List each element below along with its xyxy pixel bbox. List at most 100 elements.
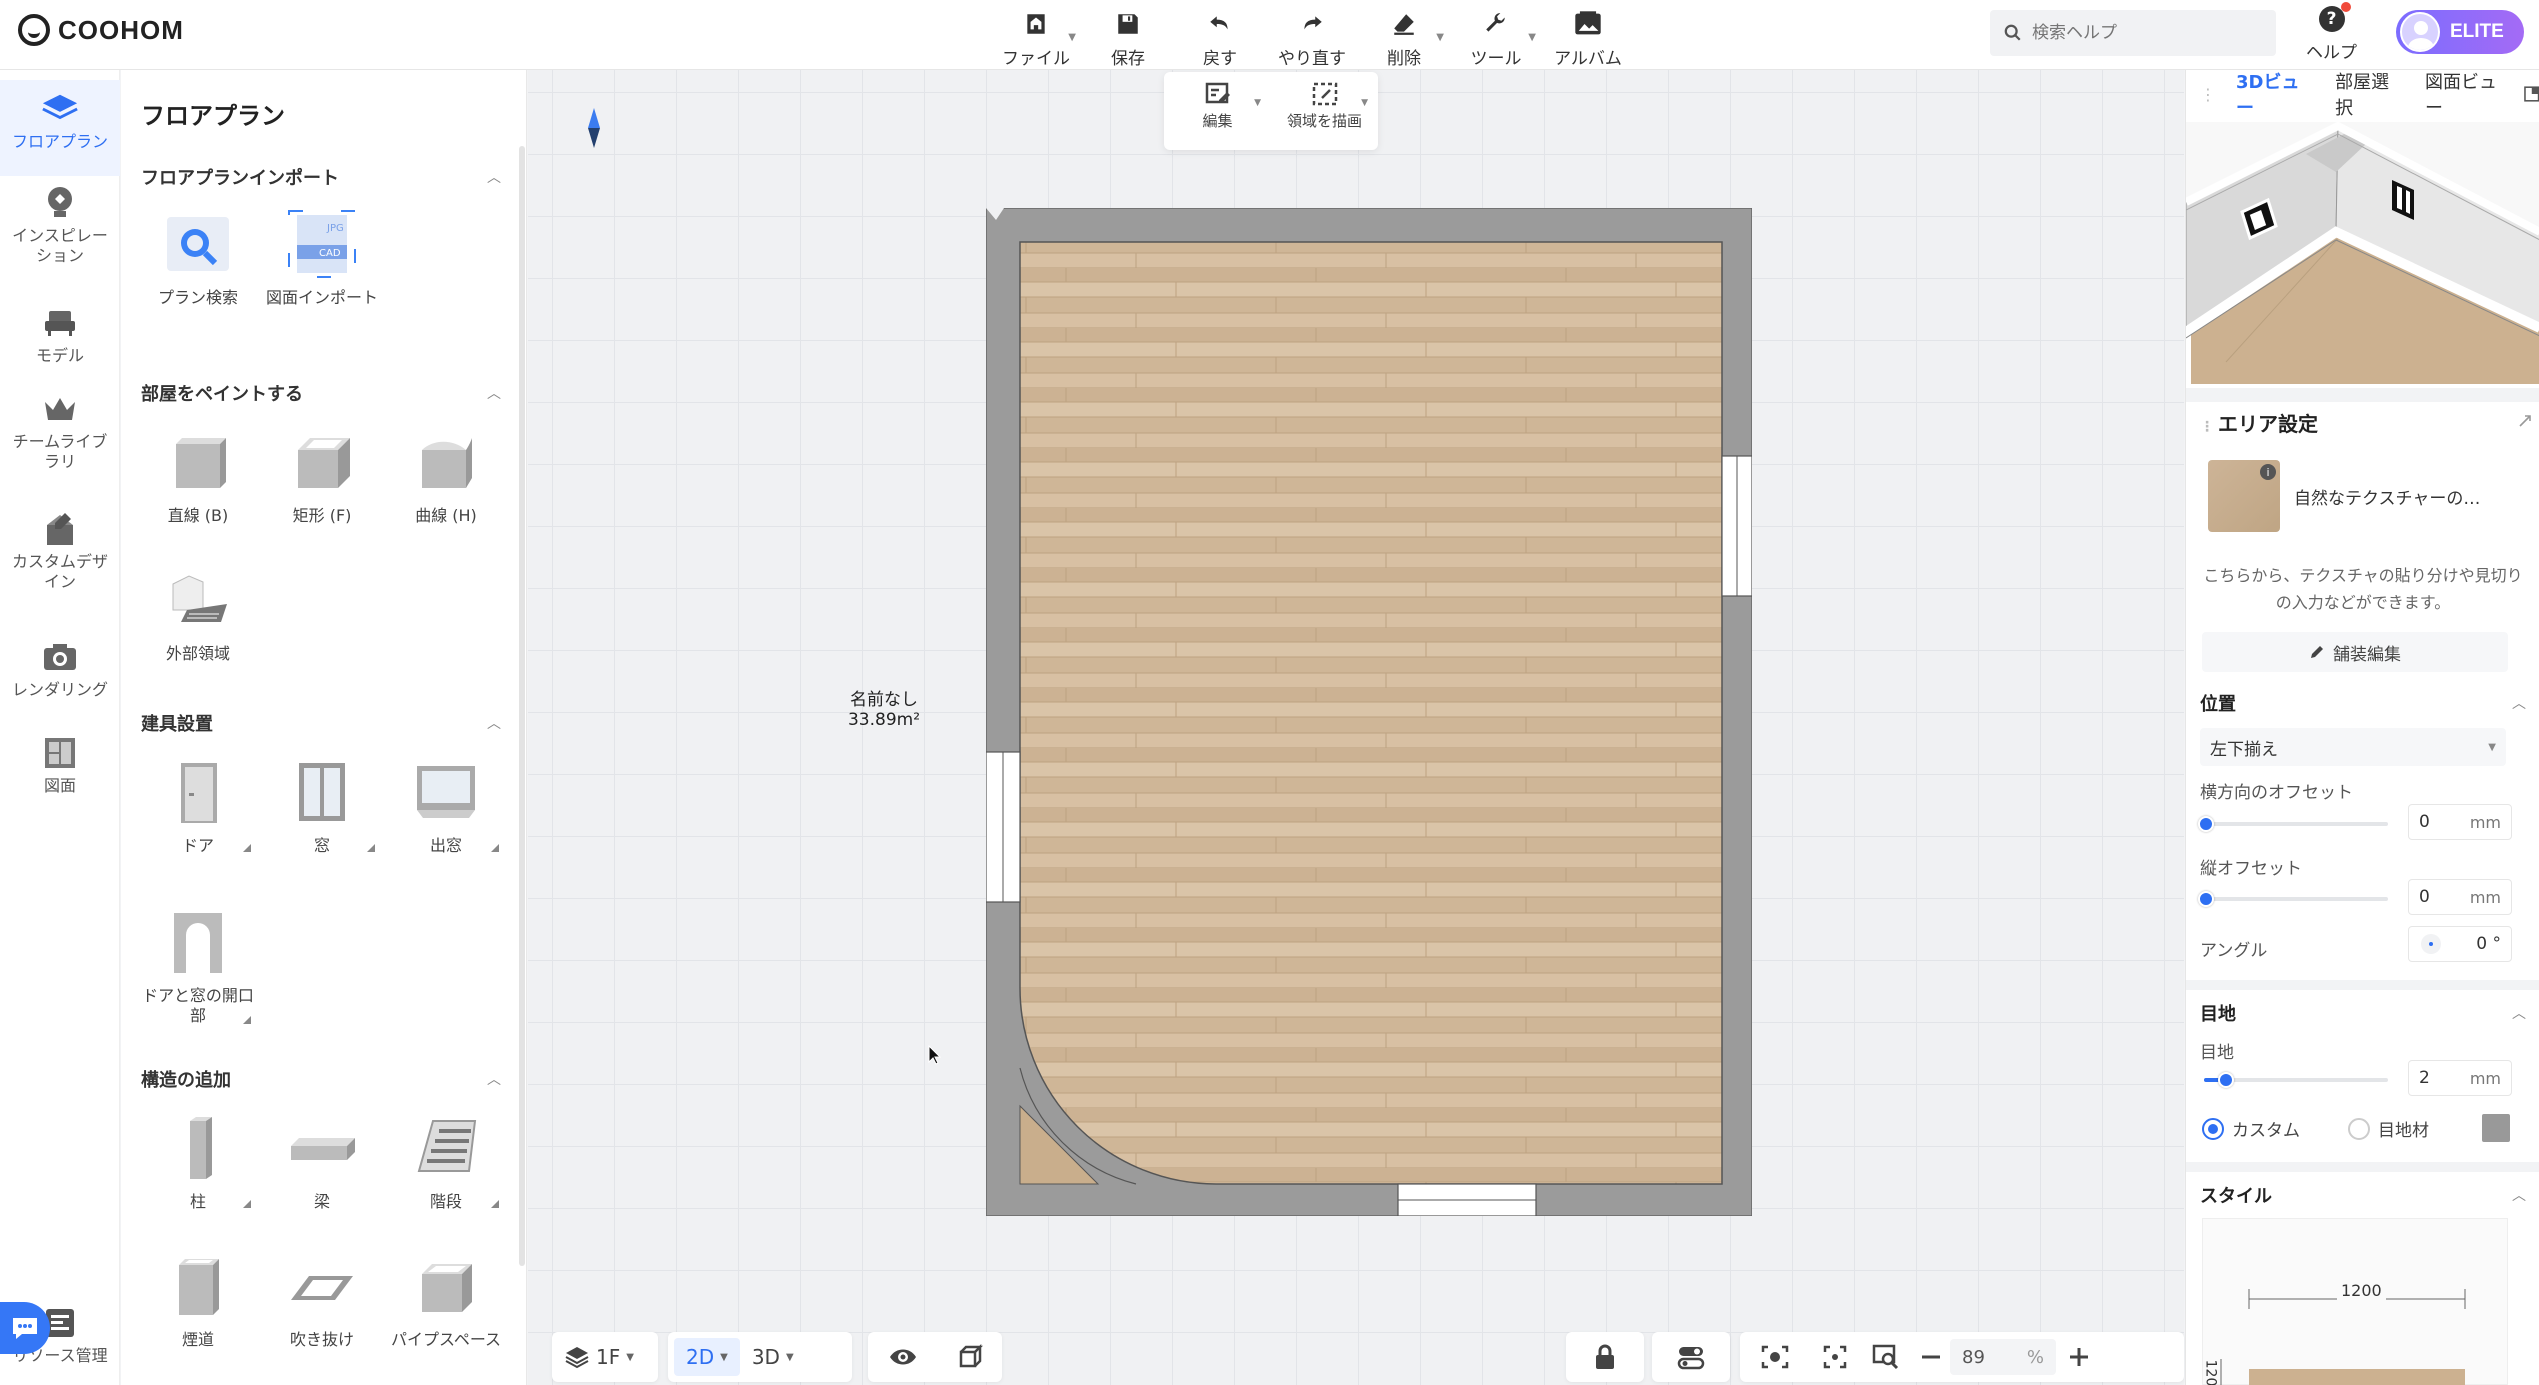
undo-button[interactable]: 戻す <box>1174 4 1266 69</box>
zoom-out-button[interactable] <box>1912 1332 1950 1382</box>
chevron-down-icon: ▼ <box>1068 32 1076 43</box>
redo-button[interactable]: やり直す <box>1266 4 1358 69</box>
lock-button[interactable] <box>1566 1332 1644 1382</box>
nav-item-rendering[interactable]: レンダリング <box>0 638 120 700</box>
tab-3d-view[interactable]: 3Dビュー <box>2236 68 2315 120</box>
room-label[interactable]: 名前なし 33.89m² <box>784 690 984 730</box>
chat-icon <box>13 1318 37 1339</box>
section-fixtures[interactable]: 建具設置 ︿ <box>141 710 501 736</box>
mode-3d-button[interactable]: 3D ▼ <box>740 1332 806 1382</box>
void-item[interactable]: 吹き抜け <box>261 1250 383 1350</box>
style-side-label: 120 <box>2202 1359 2219 1385</box>
v-offset-slider[interactable] <box>2198 891 2388 907</box>
h-offset-slider[interactable] <box>2198 816 2388 832</box>
zoom-input[interactable]: 89 % <box>1950 1339 2056 1375</box>
draw-rectangle-item[interactable]: 矩形 (F) <box>261 426 383 526</box>
account-elite-badge[interactable]: ELITE <box>2396 10 2524 54</box>
info-icon[interactable]: i <box>2260 464 2276 480</box>
window-item[interactable]: 窓 <box>261 756 383 856</box>
toggle-icon <box>1677 1347 1705 1370</box>
door-item[interactable]: ドア <box>137 756 259 856</box>
beam-item[interactable]: 梁 <box>261 1112 383 1212</box>
chevron-up-icon: ︿ <box>487 716 501 732</box>
popout-icon[interactable] <box>2524 86 2539 102</box>
section-paint-room[interactable]: 部屋をペイントする ︿ <box>141 380 501 406</box>
search-input[interactable] <box>2032 23 2252 43</box>
anchor-select[interactable]: 左下揃え ▼ <box>2200 728 2506 766</box>
section-add-structure[interactable]: 構造の追加 ︿ <box>141 1066 501 1092</box>
nav-item-model[interactable]: モデル <box>0 304 120 366</box>
slider-knob[interactable] <box>2218 1072 2235 1088</box>
album-button[interactable]: アルバム <box>1542 4 1634 69</box>
floor-selector[interactable]: 1F ▼ <box>552 1332 658 1382</box>
draw-curve-item[interactable]: 曲線 (H) <box>385 426 507 526</box>
expand-icon[interactable] <box>2518 414 2532 428</box>
section-floorplan-import[interactable]: フロアプランインポート ︿ <box>141 164 501 190</box>
coohom-logo[interactable]: COOHOM <box>18 14 184 46</box>
cube-icon[interactable] <box>957 1344 983 1370</box>
pipe-space-item[interactable]: パイプスペース <box>385 1250 507 1350</box>
nav-item-drawing[interactable]: 図面 <box>0 734 120 796</box>
file-menu-button[interactable]: ファイル ▼ <box>990 4 1082 69</box>
nav-item-inspiration[interactable]: インスピレーション <box>0 184 120 266</box>
focus-button[interactable] <box>1810 1332 1860 1382</box>
chevron-down-icon: ▼ <box>1254 98 1261 108</box>
help-button[interactable]: ? ヘルプ <box>2306 2 2357 63</box>
delete-button[interactable]: 削除 ▼ <box>1358 4 1450 69</box>
slider-knob[interactable] <box>2198 816 2214 832</box>
flue-item[interactable]: 煙道 <box>137 1250 259 1350</box>
help-search-box[interactable] <box>1990 10 2276 56</box>
floorplan-canvas[interactable]: 編集 ▼ 領域を描画 ▼ 名前なし 33.89m² 1F ▼ 2D ▼ 3D ▼… <box>528 70 2184 1385</box>
nav-item-custom-design[interactable]: カスタムデザイン <box>0 510 120 592</box>
tab-plan-view[interactable]: 図面ビュー <box>2425 68 2512 120</box>
door-window-opening-icon <box>162 906 234 978</box>
chat-support-button[interactable] <box>0 1302 50 1354</box>
h-offset-input[interactable]: 0 mm <box>2408 804 2512 840</box>
area-description: こちらから、テクスチャの貼り分けや見切りの入力などができます。 <box>2203 566 2523 612</box>
room-floorplan[interactable] <box>986 208 1752 1216</box>
material-thumbnail[interactable]: i <box>2208 460 2280 532</box>
column-item[interactable]: 柱 <box>137 1112 259 1212</box>
angle-label: アングル <box>2200 941 2268 961</box>
plan-search-item[interactable]: プラン検索 <box>137 208 259 308</box>
zoom-in-button[interactable] <box>2056 1332 2102 1382</box>
radio-custom[interactable] <box>2202 1117 2224 1140</box>
slider-knob[interactable] <box>2198 891 2214 907</box>
joint-section-header[interactable]: 目地 ︿ <box>2200 1000 2526 1026</box>
exterior-area-item[interactable]: 外部領域 <box>137 564 259 664</box>
3d-preview[interactable] <box>2186 122 2539 384</box>
floating-subtoolbar: 編集 ▼ 領域を描画 ▼ <box>1164 72 1378 150</box>
edit-tool-button[interactable]: 編集 ▼ <box>1164 72 1271 150</box>
panel-scrollbar[interactable] <box>519 146 525 1266</box>
drag-handle-icon[interactable]: ⋮ <box>2200 85 2216 104</box>
opening-item[interactable]: ドアと窓の開口部 <box>137 906 259 1026</box>
draw-line-item[interactable]: 直線 (B) <box>137 426 259 526</box>
save-button[interactable]: 保存 <box>1082 4 1174 69</box>
position-section-header[interactable]: 位置 ︿ <box>2200 690 2526 716</box>
drawing-import-item[interactable]: JPG CAD 図面インポート <box>261 208 383 308</box>
style-preview[interactable]: 1200 120 <box>2202 1218 2508 1385</box>
paving-edit-button[interactable]: 舗装編集 <box>2202 632 2508 672</box>
v-offset-input[interactable]: 0 mm <box>2408 879 2512 915</box>
nav-item-team-library[interactable]: チームライブラリ <box>0 390 120 472</box>
fit-settings-button[interactable] <box>1740 1332 1810 1382</box>
eye-icon[interactable] <box>888 1347 918 1367</box>
floorplan-icon <box>41 90 79 128</box>
joint-slider[interactable] <box>2204 1072 2388 1088</box>
joint-color-swatch[interactable] <box>2482 1114 2510 1142</box>
bay-window-item[interactable]: 出窓 <box>385 756 507 856</box>
toggle-settings-button[interactable] <box>1652 1332 1730 1382</box>
style-section-header[interactable]: スタイル ︿ <box>2200 1182 2526 1208</box>
angle-input[interactable]: 0 ° <box>2408 926 2512 962</box>
stairs-item[interactable]: 階段 <box>385 1112 507 1212</box>
material-name[interactable]: 自然なテクスチャーの… <box>2294 484 2480 509</box>
tab-room-select[interactable]: 部屋選択 <box>2335 68 2405 120</box>
radio-joint-material[interactable] <box>2348 1117 2370 1140</box>
draw-area-button[interactable]: 領域を描画 ▼ <box>1271 72 1378 150</box>
zoom-to-fit-button[interactable] <box>1860 1332 1912 1382</box>
nav-item-floorplan[interactable]: フロアプラン <box>0 80 120 176</box>
top-bar: COOHOM ファイル ▼ 保存 戻す やり直す 削除 ▼ ツール ▼ アルバム… <box>0 0 2539 70</box>
mode-2d-button[interactable]: 2D ▼ <box>674 1338 740 1376</box>
tools-menu-button[interactable]: ツール ▼ <box>1450 4 1542 69</box>
joint-width-input[interactable]: 2 mm <box>2408 1060 2512 1096</box>
